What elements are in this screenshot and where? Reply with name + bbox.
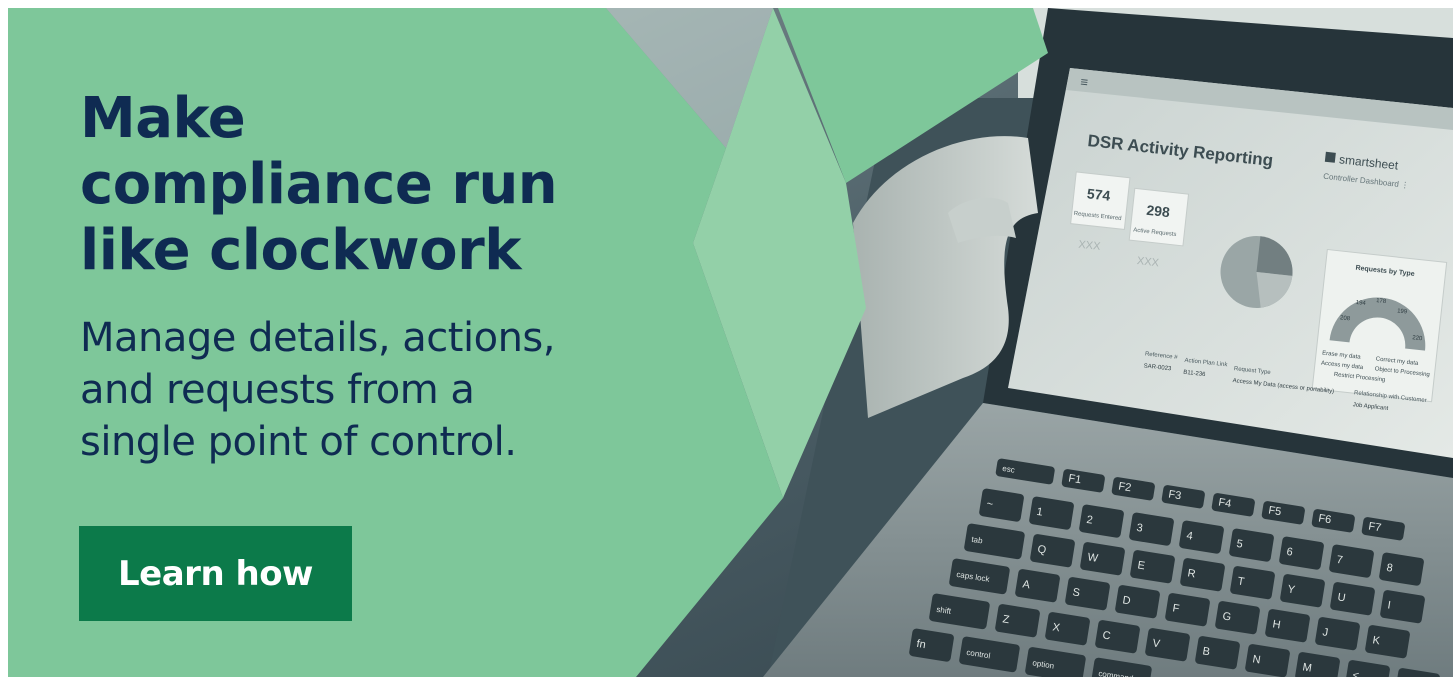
gauge-value: 220 [1412,335,1423,342]
keyboard-key-label: tab [971,535,984,546]
headline-line: like clockwork [80,218,521,283]
headline-line: Make [80,86,246,151]
stat-value: 298 [1146,202,1171,220]
laptop-lid: ≡ DSR Activity Reporting smartsheet Cont… [983,8,1453,478]
gauge-value: 199 [1397,308,1408,315]
gauge-value: 178 [1376,298,1387,305]
stat-value: 574 [1086,185,1111,203]
headline: Make compliance run like clockwork [80,86,720,284]
keyboard-key-label: esc [1002,464,1016,475]
stat-placeholder: XXX [1136,255,1160,269]
keyboard-key-label: fn [916,638,927,651]
keyboard-key-label: M [1302,661,1313,674]
gauge-value: 194 [1355,300,1366,307]
headline-line: compliance run [80,152,558,217]
subheadline: Manage details, actions, and requests fr… [80,312,740,468]
keyboard-key-label: F3 [1168,488,1183,502]
subheadline-line: Manage details, actions, [80,315,555,361]
stat-placeholder: XXX [1078,239,1102,253]
keyboard-key-label: F5 [1268,504,1283,518]
learn-how-button[interactable]: Learn how [79,526,352,621]
keyboard-key-label: < [1352,669,1360,677]
keyboard-key-label: F6 [1318,512,1333,526]
keyboard-key-label: F1 [1068,472,1083,486]
keyboard-key-label: F4 [1218,496,1233,510]
hamburger-menu-icon: ≡ [1080,74,1089,90]
gauge-value: 208 [1340,315,1351,322]
subheadline-line: and requests from a [80,367,475,413]
keyboard-key-label: F7 [1368,520,1383,534]
keyboard-key-label: F2 [1118,480,1133,494]
smartsheet-logo-icon [1324,151,1336,163]
promo-banner: ≡ DSR Activity Reporting smartsheet Cont… [8,8,1453,677]
subheadline-line: single point of control. [80,419,517,465]
